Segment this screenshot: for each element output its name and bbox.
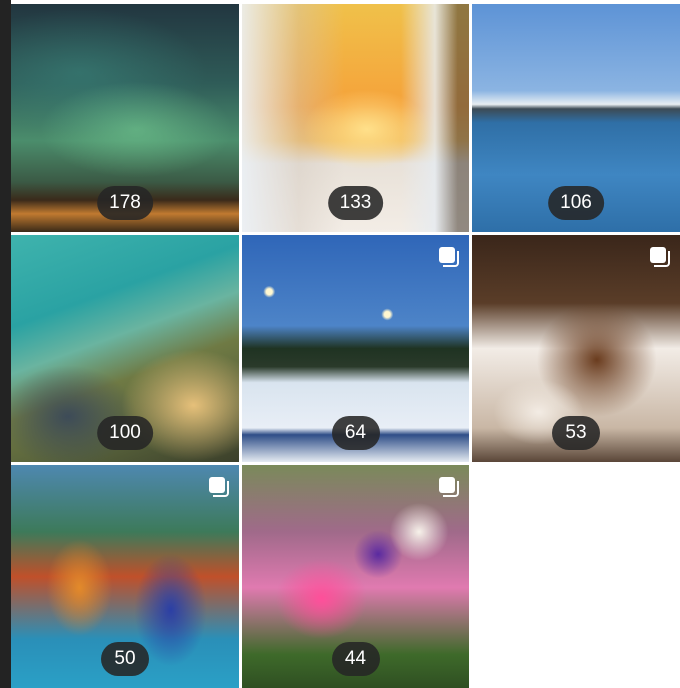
view-count-badge: 64 [331, 416, 380, 450]
photo-grid: 178 133 106 100 64 53 50 44 [11, 4, 680, 688]
grid-tile-8[interactable]: 44 [242, 465, 469, 688]
grid-tile-7[interactable]: 50 [11, 465, 239, 688]
view-count-badge: 100 [97, 416, 153, 450]
view-count-badge: 53 [552, 416, 600, 450]
multiple-photos-icon [439, 477, 459, 497]
view-count-badge: 106 [548, 186, 604, 220]
view-count-badge: 44 [331, 642, 380, 676]
multiple-photos-icon [439, 247, 459, 267]
grid-tile-3[interactable]: 106 [472, 4, 680, 232]
view-count-badge: 50 [101, 642, 149, 676]
multiple-photos-icon [650, 247, 670, 267]
grid-tile-2[interactable]: 133 [242, 4, 469, 232]
left-edge-strip [0, 0, 11, 688]
grid-tile-5[interactable]: 64 [242, 235, 469, 462]
view-count-badge: 133 [327, 186, 384, 220]
grid-tile-4[interactable]: 100 [11, 235, 239, 462]
view-count-badge: 178 [97, 186, 153, 220]
grid-tile-1[interactable]: 178 [11, 4, 239, 232]
grid-tile-6[interactable]: 53 [472, 235, 680, 462]
multiple-photos-icon [209, 477, 229, 497]
